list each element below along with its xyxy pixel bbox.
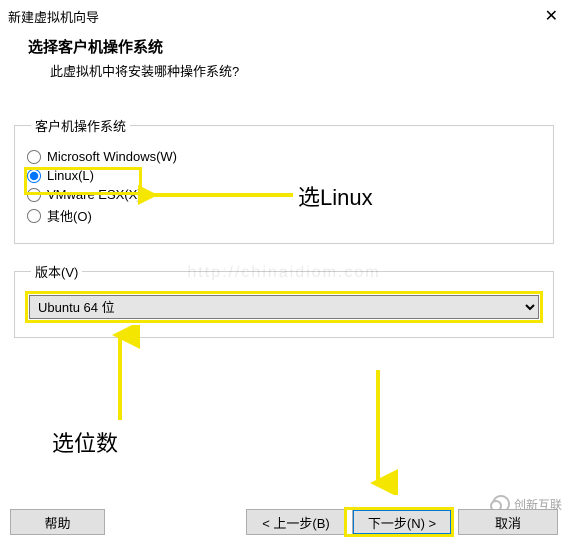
radio-windows[interactable]: Microsoft Windows(W) bbox=[25, 149, 543, 164]
radio-linux-label: Linux(L) bbox=[47, 168, 94, 183]
arrow-next-icon bbox=[358, 365, 398, 495]
arrow-version-icon bbox=[100, 325, 140, 425]
annotation-select-linux: 选Linux bbox=[298, 180, 373, 212]
page-title: 选择客户机操作系统 bbox=[28, 36, 540, 57]
radio-vmware-esx-label: VMware ESX(X) bbox=[47, 187, 142, 202]
version-group: 版本(V) Ubuntu 64 位 bbox=[14, 262, 554, 338]
radio-other-input[interactable] bbox=[27, 209, 41, 223]
help-button[interactable]: 帮助 bbox=[10, 509, 105, 535]
wizard-content: 客户机操作系统 Microsoft Windows(W) Linux(L) VM… bbox=[0, 98, 568, 338]
guest-os-legend: 客户机操作系统 bbox=[31, 116, 130, 135]
radio-other[interactable]: 其他(O) bbox=[25, 206, 543, 225]
close-icon[interactable]: ✕ bbox=[545, 6, 558, 26]
wizard-header: 选择客户机操作系统 此虚拟机中将安装哪种操作系统? bbox=[0, 28, 568, 98]
radio-linux-input[interactable] bbox=[27, 169, 41, 183]
radio-vmware-esx-input[interactable] bbox=[27, 188, 41, 202]
next-button[interactable]: 下一步(N) > bbox=[352, 509, 452, 535]
radio-linux[interactable]: Linux(L) bbox=[25, 168, 543, 183]
radio-windows-input[interactable] bbox=[27, 150, 41, 164]
cancel-button[interactable]: 取消 bbox=[458, 509, 558, 535]
page-subtitle: 此虚拟机中将安装哪种操作系统? bbox=[28, 61, 540, 80]
radio-vmware-esx[interactable]: VMware ESX(X) bbox=[25, 187, 543, 202]
highlight-version: Ubuntu 64 位 bbox=[25, 291, 543, 323]
annotation-select-bits: 选位数 bbox=[52, 426, 118, 458]
window-title: 新建虚拟机向导 bbox=[8, 7, 99, 26]
radio-other-label: 其他(O) bbox=[47, 206, 92, 225]
back-button[interactable]: < 上一步(B) bbox=[246, 509, 346, 535]
radio-windows-label: Microsoft Windows(W) bbox=[47, 149, 177, 164]
version-select[interactable]: Ubuntu 64 位 bbox=[29, 295, 539, 319]
title-bar: 新建虚拟机向导 ✕ bbox=[0, 0, 568, 28]
guest-os-group: 客户机操作系统 Microsoft Windows(W) Linux(L) VM… bbox=[14, 116, 554, 244]
wizard-footer: 帮助 < 上一步(B) 下一步(N) > 取消 bbox=[0, 509, 568, 535]
next-button-wrap: 下一步(N) > bbox=[346, 509, 452, 535]
version-legend: 版本(V) bbox=[31, 262, 82, 281]
